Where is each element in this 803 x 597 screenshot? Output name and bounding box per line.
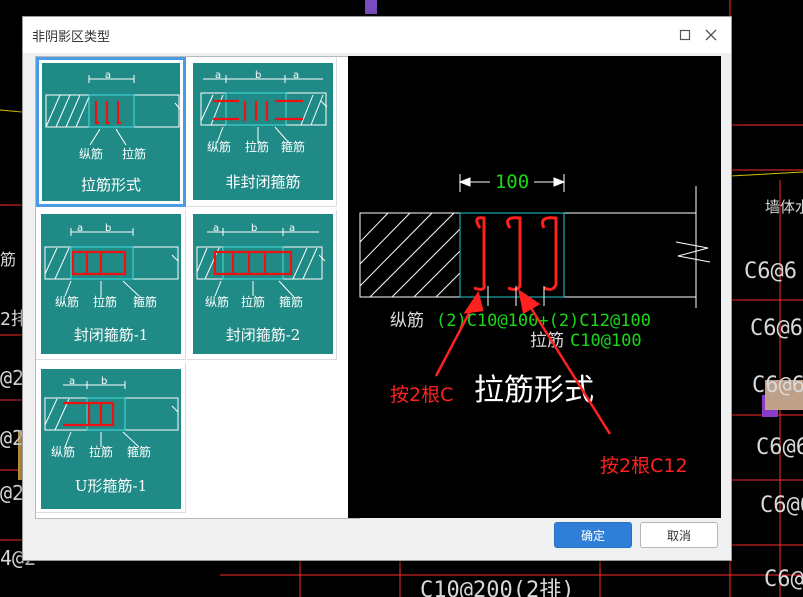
tie-note: 拉筋 xyxy=(93,295,118,309)
dim-label: a xyxy=(69,376,75,387)
maximize-icon[interactable] xyxy=(673,23,697,47)
dim-label: b xyxy=(255,70,261,81)
annotation-right: 按2根C12 xyxy=(600,455,688,477)
thumb-diagram: a b xyxy=(44,223,179,297)
bg-text: C6@6 xyxy=(764,567,803,592)
shadow-area-type-dialog: 非阴影区类型 a 纵筋 拉筋 拉筋形式 a b a 纵筋 拉筋 箍筋 非封闭箍筋… xyxy=(22,16,732,561)
bg-text: C6@6 xyxy=(760,493,803,518)
dim-label: b xyxy=(105,223,111,234)
dim-label: a xyxy=(105,70,111,81)
thumbnail-grid: a 纵筋 拉筋 拉筋形式 a b a 纵筋 拉筋 箍筋 非封闭箍筋 a b 纵筋… xyxy=(35,56,360,519)
bg-text: 墙体水平 xyxy=(765,198,803,216)
rebar-note: 纵筋 xyxy=(51,445,76,459)
rebar-note: 纵筋 xyxy=(55,295,80,309)
thumb-tie-form[interactable]: a 纵筋 拉筋 拉筋形式 xyxy=(36,57,186,207)
tie-note: 拉筋 xyxy=(245,140,270,154)
bg-text: @2 xyxy=(0,366,24,390)
tie-note: 拉筋 xyxy=(122,147,147,161)
thumb-card: a 纵筋 拉筋 拉筋形式 xyxy=(42,63,180,201)
stirrup-note: 箍筋 xyxy=(279,295,304,309)
thumb-diagram: a xyxy=(45,70,180,146)
thumb-label: 非封闭箍筋 xyxy=(225,173,301,191)
bg-text: C6@6 xyxy=(750,316,803,341)
rebar-note: 纵筋 xyxy=(79,147,104,161)
dim-label: a xyxy=(213,223,219,234)
rebar-label: 纵筋 xyxy=(390,311,424,331)
thumb-card: a b 纵筋 拉筋 箍筋 封闭箍筋-1 xyxy=(41,214,181,354)
rebar-note: 纵筋 xyxy=(205,295,230,309)
tie-note: 拉筋 xyxy=(241,295,266,309)
stirrup-note: 箍筋 xyxy=(133,295,158,309)
preview-pane: 100 纵筋 (2)C10@100+(2)C12@100 拉筋 C10@100 … xyxy=(348,56,721,518)
close-icon[interactable] xyxy=(699,23,723,47)
annotation-left: 按2根C xyxy=(390,384,453,406)
bg-text: C6@6 xyxy=(744,259,797,284)
rebar-note: 纵筋 xyxy=(207,140,232,154)
bg-text: C6@6 xyxy=(752,373,803,398)
thumb-label: 封闭箍筋-2 xyxy=(225,326,301,344)
bg-text: @2 xyxy=(0,426,24,450)
stirrup-note: 箍筋 xyxy=(281,140,306,154)
dimension-label: 100 xyxy=(495,171,529,193)
dim-label: b xyxy=(101,376,107,387)
tie-spec: C10@100 xyxy=(570,331,642,351)
bg-text: @2 xyxy=(0,481,24,505)
stirrup-note: 箍筋 xyxy=(127,445,152,459)
thumb-closed-stirrup-1[interactable]: a b 纵筋 拉筋 箍筋 封闭箍筋-1 xyxy=(36,210,186,360)
bg-text: C6@6 xyxy=(756,435,803,460)
thumb-card: a b 纵筋 拉筋 箍筋 U形箍筋-1 xyxy=(41,369,181,509)
thumb-label: 封闭箍筋-1 xyxy=(73,326,149,344)
bg-text: C10@200(2排) xyxy=(420,578,574,597)
thumb-card: a b a 纵筋 拉筋 箍筋 非封闭箍筋 xyxy=(193,63,333,200)
thumb-u-stirrup-1[interactable]: a b 纵筋 拉筋 箍筋 U形箍筋-1 xyxy=(36,363,186,513)
thumb-closed-stirrup-2[interactable]: a b a 纵筋 拉筋 箍筋 封闭箍筋-2 xyxy=(187,210,337,360)
thumb-card: a b a 纵筋 拉筋 箍筋 封闭箍筋-2 xyxy=(193,214,333,354)
preview-diagram: 100 纵筋 (2)C10@100+(2)C12@100 拉筋 C10@100 … xyxy=(359,170,711,477)
ok-button[interactable]: 确定 xyxy=(554,522,632,548)
title-bar: 非阴影区类型 xyxy=(23,17,731,53)
bg-text: 筋 xyxy=(0,250,16,269)
dim-label: b xyxy=(251,223,257,234)
dim-label: a xyxy=(77,223,83,234)
thumb-label: 拉筋形式 xyxy=(80,176,141,194)
dim-label: a xyxy=(293,70,299,81)
tie-note: 拉筋 xyxy=(89,445,114,459)
thumb-label: U形箍筋-1 xyxy=(74,477,148,495)
thumb-diagram: a b a xyxy=(196,223,326,297)
thumb-open-stirrup[interactable]: a b a 纵筋 拉筋 箍筋 非封闭箍筋 xyxy=(187,57,337,207)
cancel-button[interactable]: 取消 xyxy=(640,522,718,548)
dim-label: a xyxy=(289,223,295,234)
dim-label: a xyxy=(215,70,221,81)
window-title: 非阴影区类型 xyxy=(32,30,111,45)
